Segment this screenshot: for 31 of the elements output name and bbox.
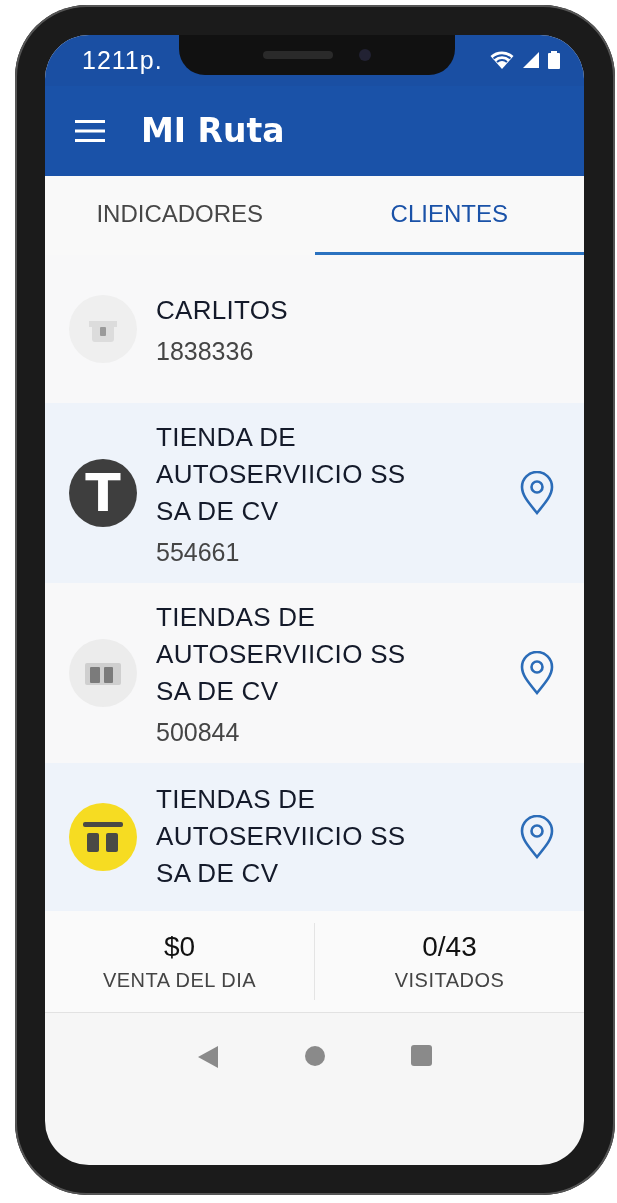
store-avatar-icon (69, 802, 137, 871)
client-row[interactable]: TIENDAS DE AUTOSERVIICIO SS SA DE CV (45, 762, 584, 911)
home-icon[interactable] (304, 1045, 326, 1067)
menu-icon (75, 119, 105, 142)
stat-value: 0/43 (422, 930, 477, 963)
wifi-icon (490, 51, 514, 70)
store-avatar-icon (69, 638, 137, 707)
client-name: TIENDA DE AUTOSERVIICIO SS SA DE CV (156, 420, 407, 528)
location-pin-icon[interactable] (520, 814, 554, 859)
location-pin-icon[interactable] (520, 650, 554, 695)
client-name: TIENDAS DE AUTOSERVIICIO SS SA DE CV (156, 600, 407, 708)
client-avatar: T (69, 458, 137, 527)
app-title: MI Ruta (141, 111, 285, 151)
client-code: 1838336 (156, 336, 255, 366)
menu-button[interactable] (75, 119, 105, 142)
signal-icon (522, 51, 540, 70)
recent-apps-icon[interactable] (410, 1045, 432, 1066)
stat-label: VISITADOS (394, 968, 505, 992)
battery-icon (548, 51, 560, 70)
client-name: TIENDAS DE AUTOSERVIICIO SS SA DE CV (156, 783, 407, 891)
status-time: 1211p. (82, 45, 163, 75)
client-row[interactable]: T TIENDA DE AUTOSERVIICIO SS SA DE CV 554661 (45, 402, 584, 583)
client-code: 500844 (156, 717, 241, 747)
client-code: 554661 (156, 537, 241, 567)
client-name: CARLITOS (156, 293, 289, 327)
store-avatar-icon (69, 294, 137, 363)
location-pin-icon[interactable] (520, 470, 554, 515)
back-icon[interactable] (197, 1045, 220, 1069)
stat-value: $0 (163, 930, 196, 963)
tab[interactable]: INDICADORES (45, 175, 315, 255)
stat-label: VENTA DEL DIA (102, 968, 257, 992)
